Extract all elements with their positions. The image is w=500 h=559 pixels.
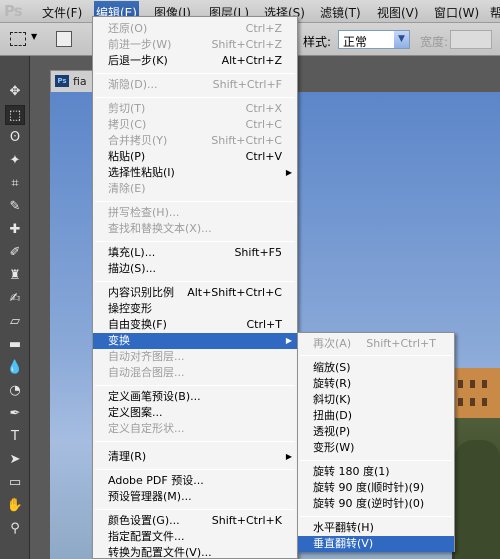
quick-select-tool-icon[interactable]: ✦ (5, 151, 25, 171)
menu-item-cut[interactable]: 剪切(T) Ctrl+X (93, 101, 297, 117)
submenu-item-scale[interactable]: 缩放(S) (298, 360, 454, 376)
submenu-item-rotate-90-cw[interactable]: 旋转 90 度(顺时针)(9) (298, 480, 454, 496)
photoshop-file-icon: Ps (55, 75, 69, 87)
crop-tool-icon[interactable]: ⌗ (5, 174, 25, 194)
chevron-down-icon[interactable]: ▼ (394, 31, 409, 48)
menu-item-transform[interactable]: 变换 ▶ (93, 333, 297, 349)
submenu-arrow-icon: ▶ (285, 452, 292, 461)
menu-separator (300, 516, 452, 517)
menu-item-fade[interactable]: 渐隐(D)... Shift+Ctrl+F (93, 77, 297, 93)
eraser-tool-icon[interactable]: ▱ (5, 312, 25, 332)
lasso-tool-icon[interactable]: ʘ (5, 128, 25, 148)
dodge-tool-icon[interactable]: ◔ (5, 381, 25, 401)
menu-item-auto-blend-layers[interactable]: 自动混合图层... (93, 365, 297, 381)
app-logo: Ps (4, 2, 23, 20)
tool-preset-marquee-icon[interactable] (10, 32, 26, 46)
submenu-item-skew[interactable]: 斜切(K) (298, 392, 454, 408)
menu-item-purge[interactable]: 清理(R) ▶ (93, 449, 297, 465)
menu-item-step-backward[interactable]: 后退一步(K) Alt+Ctrl+Z (93, 53, 297, 69)
style-select[interactable]: 正常 ▼ (338, 30, 410, 49)
zoom-tool-icon[interactable]: ⚲ (5, 519, 25, 539)
menu-item-convert-to-profile[interactable]: 转换为配置文件(V)... (93, 545, 297, 559)
gradient-tool-icon[interactable]: ▬ (5, 335, 25, 355)
menu-item-fill[interactable]: 填充(L)... Shift+F5 (93, 245, 297, 261)
menu-separator (95, 201, 295, 202)
submenu-item-again[interactable]: 再次(A) Shift+Ctrl+T (298, 336, 454, 352)
new-selection-mode-icon[interactable] (56, 31, 72, 47)
brush-tool-icon[interactable]: ✐ (5, 243, 25, 263)
menu-item-spell-check[interactable]: 拼写检查(H)... (93, 205, 297, 221)
width-input (450, 30, 492, 49)
document-tab[interactable]: Ps fia (50, 70, 95, 92)
menu-item-adobe-pdf-presets[interactable]: Adobe PDF 预设... (93, 473, 297, 489)
blur-tool-icon[interactable]: 💧 (5, 358, 25, 378)
menu-item-clear[interactable]: 清除(E) (93, 181, 297, 197)
submenu-item-rotate[interactable]: 旋转(R) (298, 376, 454, 392)
pen-tool-icon[interactable]: ✒ (5, 404, 25, 424)
menu-help[interactable]: 帮 (490, 4, 500, 21)
width-label: 宽度: (420, 35, 449, 49)
menu-separator (95, 73, 295, 74)
menu-item-copy[interactable]: 拷贝(C) Ctrl+C (93, 117, 297, 133)
submenu-item-rotate-90-ccw[interactable]: 旋转 90 度(逆时针)(0) (298, 496, 454, 512)
menu-item-find-replace[interactable]: 查找和替换文本(X)... (93, 221, 297, 237)
menu-window[interactable]: 窗口(W) (434, 4, 479, 21)
menu-item-undo[interactable]: 还原(O) Ctrl+Z (93, 21, 297, 37)
menu-view[interactable]: 视图(V) (377, 4, 419, 21)
menu-separator (95, 97, 295, 98)
menu-item-auto-align-layers[interactable]: 自动对齐图层... (93, 349, 297, 365)
menu-item-puppet-warp[interactable]: 操控变形 (93, 301, 297, 317)
menu-filter[interactable]: 滤镜(T) (320, 4, 361, 21)
toolbox: ✥ ⬚ ʘ ✦ ⌗ ✎ ✚ ✐ ♜ ✍ ▱ ▬ 💧 ◔ ✒ T ➤ ▭ ✋ ⚲ (0, 56, 30, 559)
submenu-item-perspective[interactable]: 透视(P) (298, 424, 454, 440)
shape-tool-icon[interactable]: ▭ (5, 473, 25, 493)
clone-stamp-tool-icon[interactable]: ♜ (5, 266, 25, 286)
menu-separator (95, 385, 295, 386)
menu-item-color-settings[interactable]: 颜色设置(G)... Shift+Ctrl+K (93, 513, 297, 529)
menu-item-paste[interactable]: 粘贴(P) Ctrl+V (93, 149, 297, 165)
submenu-item-rotate-180[interactable]: 旋转 180 度(1) (298, 464, 454, 480)
menu-separator (95, 241, 295, 242)
move-tool-icon[interactable]: ✥ (5, 82, 25, 102)
menu-separator (95, 441, 295, 442)
path-select-tool-icon[interactable]: ➤ (5, 450, 25, 470)
submenu-item-warp[interactable]: 变形(W) (298, 440, 454, 456)
submenu-item-flip-horizontal[interactable]: 水平翻转(H) (298, 520, 454, 536)
menu-item-free-transform[interactable]: 自由变换(F) Ctrl+T (93, 317, 297, 333)
menu-separator (95, 509, 295, 510)
transform-submenu: 再次(A) Shift+Ctrl+T 缩放(S) 旋转(R) 斜切(K) 扭曲(D… (297, 332, 455, 552)
menu-separator (300, 460, 452, 461)
history-brush-tool-icon[interactable]: ✍ (5, 289, 25, 309)
menu-item-stroke[interactable]: 描边(S)... (93, 261, 297, 277)
style-label: 样式: (303, 35, 332, 49)
menu-file[interactable]: 文件(F) (42, 4, 82, 21)
menu-separator (95, 469, 295, 470)
submenu-item-distort[interactable]: 扭曲(D) (298, 408, 454, 424)
menu-item-define-custom-shape[interactable]: 定义自定形状... (93, 421, 297, 437)
menu-separator (300, 355, 452, 356)
menu-item-preset-manager[interactable]: 预设管理器(M)... (93, 489, 297, 505)
menu-item-define-brush-preset[interactable]: 定义画笔预设(B)... (93, 389, 297, 405)
submenu-arrow-icon: ▶ (285, 168, 292, 177)
menu-item-assign-profile[interactable]: 指定配置文件... (93, 529, 297, 545)
chevron-down-icon[interactable]: ▼ (31, 32, 37, 41)
menu-item-paste-special[interactable]: 选择性粘贴(I) ▶ (93, 165, 297, 181)
menu-item-define-pattern[interactable]: 定义图案... (93, 405, 297, 421)
style-select-value: 正常 (343, 35, 368, 49)
menu-item-copy-merged[interactable]: 合并拷贝(Y) Shift+Ctrl+C (93, 133, 297, 149)
menu-separator (95, 281, 295, 282)
type-tool-icon[interactable]: T (5, 427, 25, 447)
submenu-item-flip-vertical[interactable]: 垂直翻转(V) (298, 536, 454, 552)
menu-item-content-aware-scale[interactable]: 内容识别比例 Alt+Shift+Ctrl+C (93, 285, 297, 301)
healing-brush-tool-icon[interactable]: ✚ (5, 220, 25, 240)
hand-tool-icon[interactable]: ✋ (5, 496, 25, 516)
marquee-tool-icon[interactable]: ⬚ (5, 105, 25, 125)
canvas-trees-foreground (455, 440, 500, 559)
menu-item-step-forward[interactable]: 前进一步(W) Shift+Ctrl+Z (93, 37, 297, 53)
eyedropper-tool-icon[interactable]: ✎ (5, 197, 25, 217)
edit-menu-dropdown: 还原(O) Ctrl+Z 前进一步(W) Shift+Ctrl+Z 后退一步(K) A… (92, 16, 298, 559)
submenu-arrow-icon: ▶ (285, 336, 292, 345)
document-name: fia (73, 75, 87, 88)
